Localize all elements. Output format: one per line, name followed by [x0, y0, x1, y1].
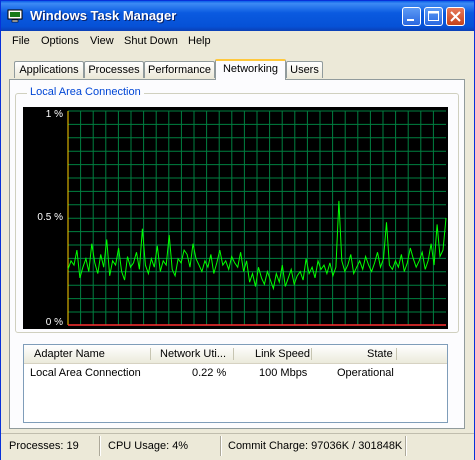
tab-networking[interactable]: Networking	[215, 59, 286, 80]
status-bar: Processes: 19 CPU Usage: 4% Commit Charg…	[1, 433, 474, 460]
column-divider[interactable]	[311, 348, 312, 360]
adapter-list-header: Adapter Name Network Uti... Link Speed S…	[24, 345, 447, 364]
cell-utilization: 0.22 %	[192, 367, 227, 379]
column-divider[interactable]	[150, 348, 151, 360]
y-axis-labels: 1 % 0.5 % 0 %	[23, 107, 67, 329]
task-manager-window: Windows Task Manager File Options View S…	[0, 0, 475, 460]
group-label: Local Area Connection	[27, 86, 144, 98]
status-divider	[405, 436, 406, 456]
title-bar[interactable]: Windows Task Manager	[1, 1, 474, 31]
window-title: Windows Task Manager	[30, 8, 177, 23]
status-divider	[99, 436, 100, 456]
close-button[interactable]	[446, 7, 465, 26]
menu-options[interactable]: Options	[41, 35, 79, 47]
status-cpu: CPU Usage: 4%	[108, 440, 189, 452]
adapter-list[interactable]: Adapter Name Network Uti... Link Speed S…	[23, 344, 448, 423]
menu-file[interactable]: File	[12, 35, 30, 47]
column-link-speed[interactable]: Link Speed	[255, 348, 310, 360]
minimize-button[interactable]	[402, 7, 421, 26]
cell-state: Operational	[337, 367, 394, 379]
tab-processes[interactable]: Processes	[84, 61, 144, 78]
close-icon	[450, 11, 461, 22]
column-divider[interactable]	[233, 348, 234, 360]
task-manager-icon	[7, 9, 23, 23]
y-tick-label: 0 %	[45, 317, 63, 328]
column-divider[interactable]	[396, 348, 397, 360]
cell-adapter: Local Area Connection	[30, 367, 141, 379]
column-adapter-name[interactable]: Adapter Name	[34, 348, 105, 360]
status-commit-charge: Commit Charge: 97036K / 301848K	[228, 440, 403, 452]
y-tick-label: 0.5 %	[37, 212, 63, 223]
status-processes: Processes: 19	[9, 440, 79, 452]
column-state[interactable]: State	[367, 348, 393, 360]
tab-performance[interactable]: Performance	[144, 61, 215, 78]
y-tick-label: 1 %	[45, 109, 63, 120]
maximize-button[interactable]	[424, 7, 443, 26]
network-graph-svg	[67, 110, 447, 326]
menu-bar: File Options View Shut Down Help	[1, 31, 474, 52]
tab-users[interactable]: Users	[286, 61, 323, 78]
maximize-icon	[428, 11, 439, 21]
status-divider	[220, 436, 221, 456]
tab-applications[interactable]: Applications	[14, 61, 84, 78]
column-network-utilization[interactable]: Network Uti...	[160, 348, 226, 360]
minimize-icon	[407, 19, 414, 21]
menu-shut-down[interactable]: Shut Down	[124, 35, 178, 47]
network-graph	[23, 107, 448, 329]
menu-view[interactable]: View	[90, 35, 114, 47]
cell-link-speed: 100 Mbps	[259, 367, 308, 379]
menu-help[interactable]: Help	[188, 35, 211, 47]
